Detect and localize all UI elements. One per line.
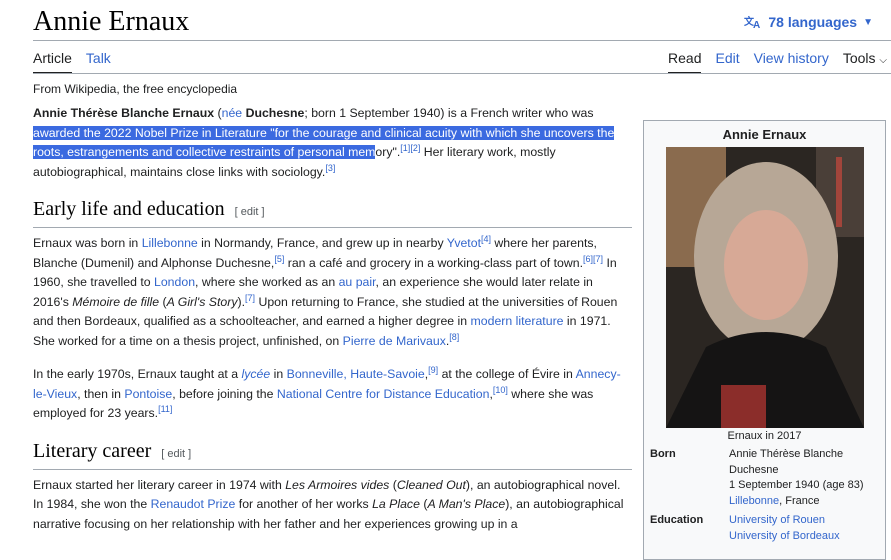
tab-read[interactable]: Read (668, 50, 702, 74)
ref-11[interactable]: [11] (158, 404, 172, 414)
text: ( (389, 477, 397, 492)
chevron-down-icon: ⌵ (879, 55, 887, 66)
born-value: Annie Thérèse Blanche Duchesne 1 Septemb… (729, 447, 864, 509)
link-pontoise[interactable]: Pontoise (124, 387, 172, 401)
site-tagline: From Wikipedia, the free encyclopedia (33, 82, 238, 96)
ref-6-7[interactable]: [6][7] (583, 253, 603, 263)
infobox-row-education: Education University of Rouen University… (650, 513, 881, 544)
ref-5[interactable]: [5] (274, 253, 284, 263)
education-label: Education (650, 514, 704, 526)
subject-name: Annie Thérèse Blanche Ernaux (33, 106, 215, 120)
text: at the college of Évire in (438, 367, 576, 381)
born-date: 1 September 1940 (age 83) (729, 479, 864, 491)
translate-icon: 文 A (744, 15, 760, 29)
born-name-line: Annie Thérèse Blanche (729, 448, 844, 460)
svg-text:A: A (753, 20, 760, 29)
link-au-pair[interactable]: au pair (339, 275, 376, 289)
text: in (270, 367, 287, 381)
photo-caption: Ernaux in 2017 (727, 430, 802, 442)
text: ( (214, 106, 222, 120)
literary-paragraph: Ernaux started her literary career in 19… (33, 476, 632, 535)
heading-early-life: Early life and education [ edit ] (33, 196, 632, 228)
infobox: Annie Ernaux Ernaux in 2017 Born Annie T… (643, 120, 886, 560)
text: , where she worked as an (195, 275, 339, 289)
text: , before joining the (172, 386, 277, 401)
link-cned[interactable]: National Centre for Distance Education (277, 387, 490, 401)
link-modern-literature[interactable]: modern literature (471, 314, 564, 328)
title-divider (33, 40, 891, 41)
born-place: Lillebonne, France (729, 494, 864, 510)
book-title: Mémoire de fille (72, 294, 160, 309)
book-title: Les Armoires vides (285, 477, 390, 492)
early-paragraph-2: In the early 1970s, Ernaux taught at a l… (33, 365, 632, 424)
text: ( (159, 294, 167, 309)
link-lillebonne[interactable]: Lillebonne (142, 236, 198, 250)
tab-tools[interactable]: Tools ⌵ (843, 50, 887, 72)
ref-4[interactable]: [4] (481, 234, 491, 244)
chevron-down-icon: ▼ (863, 16, 873, 28)
maiden-name: Duchesne (245, 106, 305, 120)
tools-label: Tools (842, 50, 876, 66)
link-nee[interactable]: née (222, 106, 243, 120)
page-title: Annie Ernaux (33, 6, 190, 37)
heading-text: Literary career (33, 439, 152, 462)
education-value: University of Rouen University of Bordea… (729, 513, 840, 544)
link-university-rouen[interactable]: University of Rouen (729, 514, 825, 526)
infobox-row-born: Born Annie Thérèse Blanche Duchesne 1 Se… (650, 447, 881, 509)
link-bonneville[interactable]: Bonneville, Haute-Savoie (287, 367, 425, 381)
text: ). (237, 294, 246, 309)
tab-article[interactable]: Article (33, 50, 72, 74)
link-renaudot-prize[interactable]: Renaudot Prize (151, 497, 236, 511)
portrait-image (666, 147, 864, 428)
born-label: Born (650, 448, 676, 460)
view-tabs: Read Edit View history Tools ⌵ (668, 50, 887, 74)
text: in Normandy, France, and grew up in near… (197, 236, 447, 250)
portrait-photo[interactable] (666, 147, 864, 428)
book-title-english: A Man's Place (427, 497, 506, 511)
ref-3[interactable]: [3] (325, 162, 335, 172)
article-body: Annie Thérèse Blanche Ernaux (née Duches… (33, 104, 632, 542)
link-london[interactable]: London (154, 275, 195, 289)
text: ; born 1 September 1940) is a French wri… (304, 106, 594, 120)
link-yvetot[interactable]: Yvetot (447, 236, 481, 250)
ref-9[interactable]: [9] (428, 365, 438, 375)
tab-talk[interactable]: Talk (86, 50, 111, 72)
text: for another of her works (235, 497, 373, 511)
ref-10[interactable]: [10] (493, 384, 508, 394)
book-title-english: Cleaned Out (396, 477, 466, 492)
text: ran a café and grocery in a working-clas… (284, 255, 584, 270)
book-title: La Place (372, 497, 420, 511)
infobox-title: Annie Ernaux (722, 127, 807, 142)
edit-section-link[interactable]: [ edit ] (235, 206, 265, 218)
namespace-tabs: Article Talk (33, 50, 111, 74)
ref-8[interactable]: [8] (449, 331, 459, 341)
ref-7[interactable]: [7] (245, 292, 255, 302)
text: , France (779, 494, 820, 507)
link-lycee[interactable]: lycée (242, 367, 271, 381)
languages-button[interactable]: 文 A 78 languages ▼ (744, 14, 873, 30)
text: Ernaux was born in (33, 236, 142, 250)
tab-edit[interactable]: Edit (715, 50, 739, 72)
edit-section-link[interactable]: [ edit ] (161, 448, 191, 460)
text: Ernaux started her literary career in 19… (33, 477, 286, 492)
link-lillebonne[interactable]: Lillebonne (729, 495, 779, 507)
tab-view-history[interactable]: View history (754, 50, 829, 72)
book-title-english: A Girl's Story (166, 294, 238, 309)
lead-paragraph: Annie Thérèse Blanche Ernaux (née Duches… (33, 104, 632, 182)
heading-text: Early life and education (33, 198, 225, 220)
languages-label: 78 languages (768, 14, 858, 30)
heading-literary-career: Literary career [ edit ] (33, 438, 632, 470)
text: ory". (375, 145, 401, 159)
tabs-divider (33, 73, 891, 74)
born-name-line: Duchesne (729, 463, 779, 476)
link-university-bordeaux[interactable]: University of Bordeaux (729, 530, 840, 542)
ref-2[interactable]: [2] (410, 143, 420, 153)
text: , then in (77, 386, 125, 401)
early-paragraph-1: Ernaux was born in Lillebonne in Normand… (33, 234, 632, 351)
text: In the early 1970s, Ernaux taught at a (33, 367, 242, 381)
ref-1[interactable]: [1] (400, 143, 410, 153)
link-marivaux[interactable]: Pierre de Marivaux (343, 334, 446, 348)
